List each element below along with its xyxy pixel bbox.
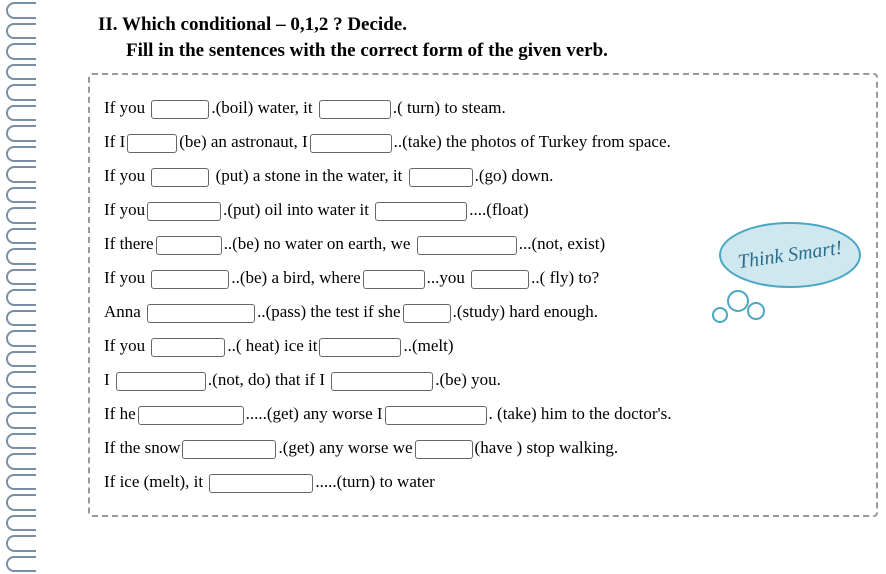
sentence-text: If there	[104, 234, 154, 253]
sentence-row: Anna ..(pass) the test if she .(study) ha…	[104, 295, 862, 329]
sentence-row: If you ..(be) a bird, where ...you ..( fl…	[104, 261, 862, 295]
sentence-row: I .(not, do) that if I .(be) you.	[104, 363, 862, 397]
title-line-2: Fill in the sentences with the correct f…	[98, 40, 608, 61]
sentence-text: If the snow	[104, 438, 180, 457]
sentence-text: ..(melt)	[403, 336, 453, 355]
sentence-text: ..(be) a bird, where	[231, 268, 360, 287]
sentence-row: If you ..( heat) ice it ..(melt)	[104, 329, 862, 363]
sentence-text: (put) a stone in the water, it	[211, 166, 406, 185]
sentence-text: .( turn) to steam.	[393, 98, 506, 117]
sentence-text: If you	[104, 166, 149, 185]
blank-input[interactable]	[209, 474, 313, 493]
sentence-text: ..(take) the photos of Turkey from space…	[394, 132, 671, 151]
sentence-text: If ice (melt), it	[104, 472, 207, 491]
blank-input[interactable]	[409, 168, 473, 187]
sentence-text: If you	[104, 336, 149, 355]
sentence-text: If you	[104, 98, 149, 117]
title-line-1: II. Which conditional – 0,1,2 ? Decide.	[98, 14, 407, 35]
blank-input[interactable]	[310, 134, 392, 153]
sentence-text: ..(be) no water on earth, we	[224, 234, 415, 253]
sentence-row: If you .(put) oil into water it ....(floa…	[104, 193, 862, 227]
blank-input[interactable]	[319, 338, 401, 357]
exercise-title: II. Which conditional – 0,1,2 ? Decide. …	[98, 12, 878, 63]
sentence-text: . (take) him to the doctor's.	[489, 404, 672, 423]
sentence-text: ..( heat) ice it	[227, 336, 317, 355]
sentence-row: If you (put) a stone in the water, it .(…	[104, 159, 862, 193]
blank-input[interactable]	[415, 440, 473, 459]
sentence-text: ..( fly) to?	[531, 268, 599, 287]
sentence-text: .(get) any worse we	[278, 438, 412, 457]
blank-input[interactable]	[403, 304, 451, 323]
sentence-text: ..(pass) the test if she	[257, 302, 401, 321]
blank-input[interactable]	[127, 134, 177, 153]
sentence-text: If I	[104, 132, 125, 151]
sentence-row: If there ..(be) no water on earth, we ...…	[104, 227, 862, 261]
sentence-text: If you	[104, 268, 149, 287]
sentence-text: ...you	[427, 268, 470, 287]
blank-input[interactable]	[151, 100, 209, 119]
sentence-text: Anna	[104, 302, 145, 321]
sentence-text: If he	[104, 404, 136, 423]
blank-input[interactable]	[116, 372, 206, 391]
sentence-row: If ice (melt), it .....(turn) to water	[104, 465, 862, 499]
exercise-box: If you .(boil) water, it .( turn) to ste…	[88, 73, 878, 517]
blank-input[interactable]	[151, 168, 209, 187]
sentence-row: If you .(boil) water, it .( turn) to ste…	[104, 91, 862, 125]
blank-input[interactable]	[417, 236, 517, 255]
sentence-text: .(go) down.	[475, 166, 554, 185]
sentence-row: If the snow .(get) any worse we (have ) st…	[104, 431, 862, 465]
sentence-text: .(study) hard enough.	[453, 302, 598, 321]
blank-input[interactable]	[331, 372, 433, 391]
blank-input[interactable]	[319, 100, 391, 119]
blank-input[interactable]	[375, 202, 467, 221]
blank-input[interactable]	[147, 202, 221, 221]
sentence-text: .(not, do) that if I	[208, 370, 329, 389]
sentence-text: .(boil) water, it	[211, 98, 317, 117]
page-content: II. Which conditional – 0,1,2 ? Decide. …	[48, 0, 886, 517]
sentence-text: .(be) you.	[435, 370, 501, 389]
blank-input[interactable]	[363, 270, 425, 289]
blank-input[interactable]	[385, 406, 487, 425]
sentence-text: .....(get) any worse I	[246, 404, 383, 423]
blank-input[interactable]	[182, 440, 276, 459]
sentence-text: ....(float)	[469, 200, 528, 219]
blank-input[interactable]	[147, 304, 255, 323]
blank-input[interactable]	[156, 236, 222, 255]
sentence-row: If he .....(get) any worse I . (take) him …	[104, 397, 862, 431]
blank-input[interactable]	[151, 338, 225, 357]
sentence-text: I	[104, 370, 114, 389]
sentence-row: If I (be) an astronaut, I ..(take) the pho…	[104, 125, 862, 159]
spiral-binding	[0, 0, 40, 574]
blank-input[interactable]	[471, 270, 529, 289]
sentence-text: .....(turn) to water	[315, 472, 434, 491]
sentence-text: .(put) oil into water it	[223, 200, 373, 219]
blank-input[interactable]	[138, 406, 244, 425]
blank-input[interactable]	[151, 270, 229, 289]
sentence-text: (be) an astronaut, I	[179, 132, 307, 151]
sentence-text: (have ) stop walking.	[475, 438, 619, 457]
sentence-text: If you	[104, 200, 145, 219]
sentence-text: ...(not, exist)	[519, 234, 605, 253]
